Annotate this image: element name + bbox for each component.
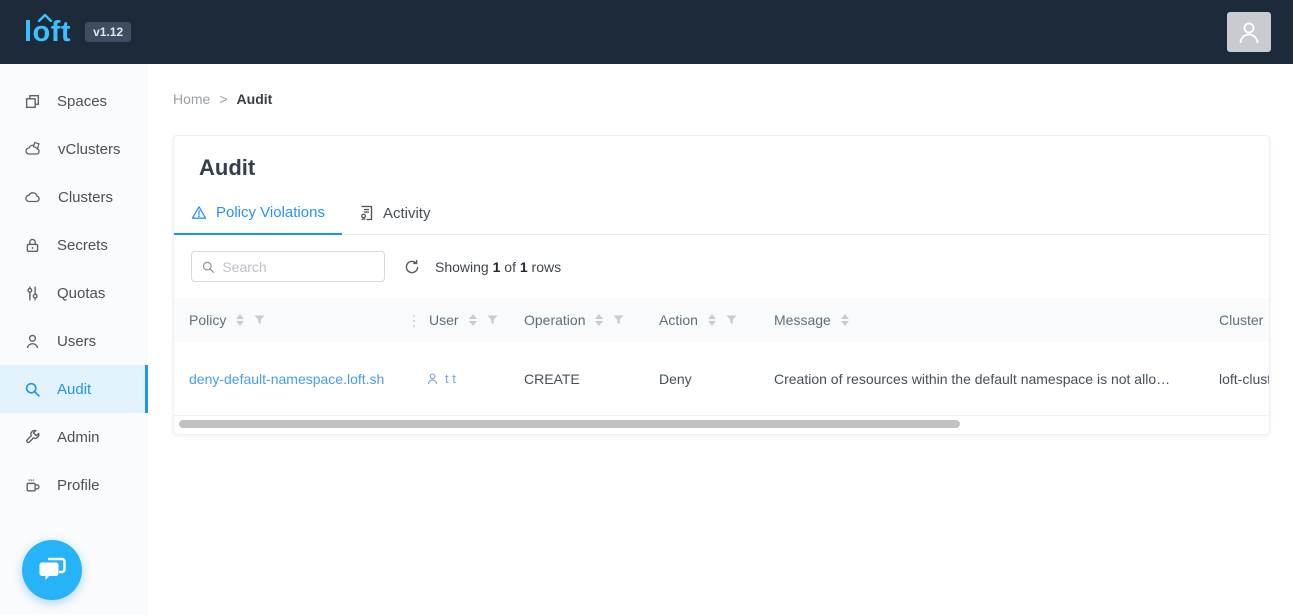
chat-launcher-button[interactable] xyxy=(22,540,82,600)
sidebar-item-label: Secrets xyxy=(57,237,108,254)
table-header-row: Policy ⋮ User Operation xyxy=(174,298,1269,342)
tab-activity[interactable]: Activity xyxy=(342,194,448,234)
sidebar-item-profile[interactable]: Profile xyxy=(0,461,148,509)
user-cell: t t xyxy=(407,371,509,386)
sidebar-item-clusters[interactable]: Clusters xyxy=(0,173,148,221)
operation-cell: CREATE xyxy=(509,371,644,387)
column-header-action[interactable]: Action xyxy=(644,312,759,328)
vclusters-icon xyxy=(24,141,42,158)
policy-cell: deny-default-namespace.loft.sh xyxy=(174,371,407,387)
showing-total: 1 xyxy=(520,259,528,275)
user-row-icon xyxy=(426,372,439,386)
tab-label: Policy Violations xyxy=(216,204,325,221)
sidebar-item-label: Audit xyxy=(57,381,91,398)
showing-of: of xyxy=(504,259,516,275)
column-label: Operation xyxy=(524,312,585,328)
filter-funnel-icon[interactable] xyxy=(254,315,265,325)
audit-icon xyxy=(24,381,41,398)
sidebar-item-label: vClusters xyxy=(58,141,121,158)
column-header-policy[interactable]: Policy xyxy=(174,312,407,328)
column-label: User xyxy=(429,312,459,328)
refresh-icon xyxy=(404,259,420,275)
sidebar-item-label: Admin xyxy=(57,429,100,446)
sort-icon[interactable] xyxy=(841,314,849,326)
horizontal-scrollbar xyxy=(174,418,1269,431)
breadcrumb-current: Audit xyxy=(237,91,273,107)
policy-link[interactable]: deny-default-namespace.loft.sh xyxy=(189,371,384,387)
sort-icon[interactable] xyxy=(595,314,603,326)
warning-triangle-icon xyxy=(191,205,207,220)
clusters-icon xyxy=(24,189,42,206)
search-icon xyxy=(202,260,214,274)
audit-log-icon xyxy=(359,205,374,221)
audit-card: Audit Policy Violations Activity xyxy=(173,135,1270,435)
breadcrumb-separator: > xyxy=(219,91,227,107)
refresh-button[interactable] xyxy=(404,259,420,275)
scrollbar-thumb[interactable] xyxy=(179,420,960,428)
sidebar-item-label: Spaces xyxy=(57,93,107,110)
sidebar-item-secrets[interactable]: Secrets xyxy=(0,221,148,269)
cluster-cell: loft-cluster xyxy=(1204,371,1269,387)
action-cell: Deny xyxy=(644,371,759,387)
sidebar-item-quotas[interactable]: Quotas xyxy=(0,269,148,317)
table-row: deny-default-namespace.loft.sh t t CREAT… xyxy=(174,342,1269,416)
sort-icon[interactable] xyxy=(236,314,244,326)
column-header-user[interactable]: ⋮ User xyxy=(407,312,509,328)
filter-funnel-icon[interactable] xyxy=(726,315,737,325)
sidebar-item-label: Users xyxy=(57,333,96,350)
column-label: Cluster xyxy=(1219,312,1263,328)
sidebar-item-users[interactable]: Users xyxy=(0,317,148,365)
tab-bar: Policy Violations Activity xyxy=(174,194,1269,235)
sidebar-item-label: Quotas xyxy=(57,285,105,302)
column-header-message[interactable]: Message xyxy=(759,312,1204,328)
column-resize-handle[interactable]: ⋮ xyxy=(407,315,419,325)
logo-roof-icon xyxy=(37,13,53,22)
breadcrumb: Home > Audit xyxy=(173,91,1270,107)
column-header-operation[interactable]: Operation xyxy=(509,312,644,328)
search-input[interactable] xyxy=(222,259,374,275)
user-name: t t xyxy=(445,371,456,386)
topbar: loft v1.12 xyxy=(0,0,1293,64)
version-badge: v1.12 xyxy=(85,22,131,42)
message-cell: Creation of resources within the default… xyxy=(759,371,1204,387)
main-content: Home > Audit Audit Policy Violations Act… xyxy=(148,64,1293,615)
chat-bubbles-icon xyxy=(37,556,67,584)
breadcrumb-home[interactable]: Home xyxy=(173,91,210,107)
search-box xyxy=(191,251,385,282)
sort-icon[interactable] xyxy=(469,314,477,326)
users-icon xyxy=(24,333,41,350)
secrets-icon xyxy=(24,237,41,254)
audit-table: Policy ⋮ User Operation xyxy=(174,298,1269,434)
user-icon xyxy=(1237,19,1261,45)
showing-suffix: rows xyxy=(532,259,562,275)
filter-funnel-icon[interactable] xyxy=(613,315,624,325)
sidebar-item-vclusters[interactable]: vClusters xyxy=(0,125,148,173)
spaces-icon xyxy=(24,93,41,110)
user-link[interactable]: t t xyxy=(426,371,509,386)
sort-icon[interactable] xyxy=(708,314,716,326)
filter-funnel-icon[interactable] xyxy=(487,315,498,325)
table-toolbar: Showing 1 of 1 rows xyxy=(174,235,1269,298)
page-title: Audit xyxy=(174,136,1269,194)
column-label: Action xyxy=(659,312,698,328)
sidebar-item-admin[interactable]: Admin xyxy=(0,413,148,461)
column-header-cluster[interactable]: Cluster xyxy=(1204,312,1269,328)
tab-policy-violations[interactable]: Policy Violations xyxy=(174,194,342,235)
showing-prefix: Showing xyxy=(435,259,489,275)
loft-logo[interactable]: loft xyxy=(24,18,71,47)
sidebar: Spaces vClusters Clusters Secrets Quotas xyxy=(0,64,148,615)
profile-icon xyxy=(24,477,41,494)
sidebar-item-spaces[interactable]: Spaces xyxy=(0,77,148,125)
tab-label: Activity xyxy=(383,205,431,222)
column-label: Message xyxy=(774,312,831,328)
sidebar-item-label: Profile xyxy=(57,477,100,494)
quotas-icon xyxy=(24,285,41,302)
showing-rows-text: Showing 1 of 1 rows xyxy=(435,259,561,275)
user-avatar[interactable] xyxy=(1227,12,1271,52)
admin-icon xyxy=(24,429,41,446)
sidebar-item-audit[interactable]: Audit xyxy=(0,365,148,413)
sidebar-item-label: Clusters xyxy=(58,189,113,206)
column-label: Policy xyxy=(189,312,226,328)
showing-count: 1 xyxy=(493,259,501,275)
